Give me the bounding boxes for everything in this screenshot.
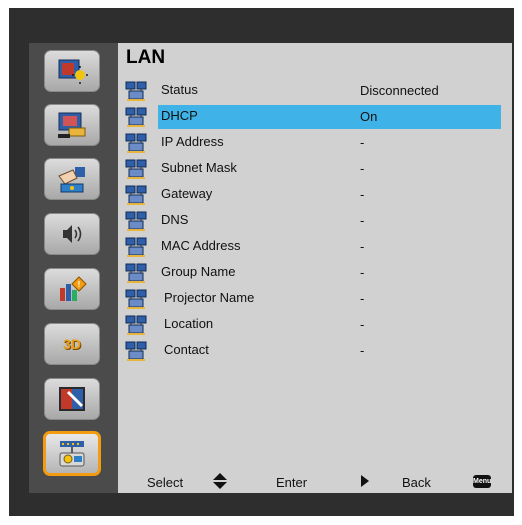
- options-info-icon[interactable]: !: [44, 268, 100, 310]
- setting-value: -: [360, 239, 365, 254]
- setting-label: Status: [161, 82, 198, 97]
- setup-icon[interactable]: [44, 158, 100, 200]
- image-settings-icon[interactable]: [44, 50, 100, 92]
- network-computer-icon: [125, 80, 147, 102]
- lan-setting-row[interactable]: Projector Name -: [118, 286, 512, 312]
- lan-setting-row[interactable]: IP Address -: [118, 130, 512, 156]
- network-computer-icon: [125, 210, 147, 232]
- footer-hints: Select Enter Back Menu: [118, 470, 512, 498]
- network-computer-icon: [125, 288, 147, 310]
- select-hint-label: Select: [147, 475, 184, 490]
- network-computer-icon: [125, 106, 147, 128]
- svg-text:!: !: [78, 280, 81, 289]
- 3d-icon[interactable]: 3D: [44, 323, 100, 365]
- selection-highlight: [158, 105, 501, 129]
- menu-sidebar: ! 3D: [29, 43, 118, 493]
- setting-label: IP Address: [161, 134, 224, 149]
- network-computer-icon: [125, 184, 147, 206]
- lan-setting-row[interactable]: Location -: [118, 312, 512, 338]
- setting-label: Projector Name: [164, 290, 255, 305]
- network-computer-icon: [125, 132, 147, 154]
- setting-value: -: [360, 291, 365, 306]
- audio-icon[interactable]: [44, 213, 100, 255]
- display-settings-icon[interactable]: [44, 104, 100, 146]
- setting-label: Contact: [164, 342, 209, 357]
- lan-icon[interactable]: [43, 431, 101, 476]
- setting-label: Gateway: [161, 186, 213, 201]
- lan-setting-row[interactable]: Gateway -: [118, 182, 512, 208]
- setting-label: DNS: [161, 212, 189, 227]
- lan-setting-row[interactable]: Status Disconnected: [118, 78, 512, 104]
- setting-value: -: [360, 161, 365, 176]
- setting-label: Location: [164, 316, 214, 331]
- back-hint-label: Back: [402, 475, 431, 490]
- page-title: LAN: [126, 47, 166, 68]
- right-arrow-icon: [360, 474, 370, 491]
- enter-hint-label: Enter: [276, 475, 308, 490]
- setting-value: -: [360, 213, 365, 228]
- setting-label: DHCP: [161, 108, 198, 123]
- menu-key-icon: Menu: [473, 475, 491, 488]
- setting-value: Disconnected: [360, 83, 439, 98]
- setting-label: MAC Address: [161, 238, 241, 253]
- network-computer-icon: [125, 340, 147, 362]
- lan-settings-panel: LAN Status Disconnected DHCP On IP Address - S…: [118, 43, 512, 493]
- setting-value: -: [360, 343, 365, 358]
- setting-value: -: [360, 265, 365, 280]
- setting-label: Subnet Mask: [161, 160, 237, 175]
- network-computer-icon: [125, 262, 147, 284]
- up-down-arrow-icon: [212, 472, 228, 493]
- setting-label: Group Name: [161, 264, 236, 279]
- lan-setting-row[interactable]: Contact -: [118, 338, 512, 364]
- color-settings-icon[interactable]: [44, 378, 100, 420]
- setting-value: -: [360, 135, 365, 150]
- network-computer-icon: [125, 314, 147, 336]
- lan-setting-row[interactable]: Group Name -: [118, 260, 512, 286]
- 3d-label: 3D: [63, 336, 81, 352]
- lan-setting-row[interactable]: DNS -: [118, 208, 512, 234]
- setting-value: -: [360, 317, 365, 332]
- setting-value: On: [360, 109, 378, 124]
- lan-setting-row[interactable]: Subnet Mask -: [118, 156, 512, 182]
- lan-setting-row[interactable]: MAC Address -: [118, 234, 512, 260]
- lan-setting-row[interactable]: DHCP On: [118, 104, 512, 130]
- network-computer-icon: [125, 236, 147, 258]
- network-computer-icon: [125, 158, 147, 180]
- setting-value: -: [360, 187, 365, 202]
